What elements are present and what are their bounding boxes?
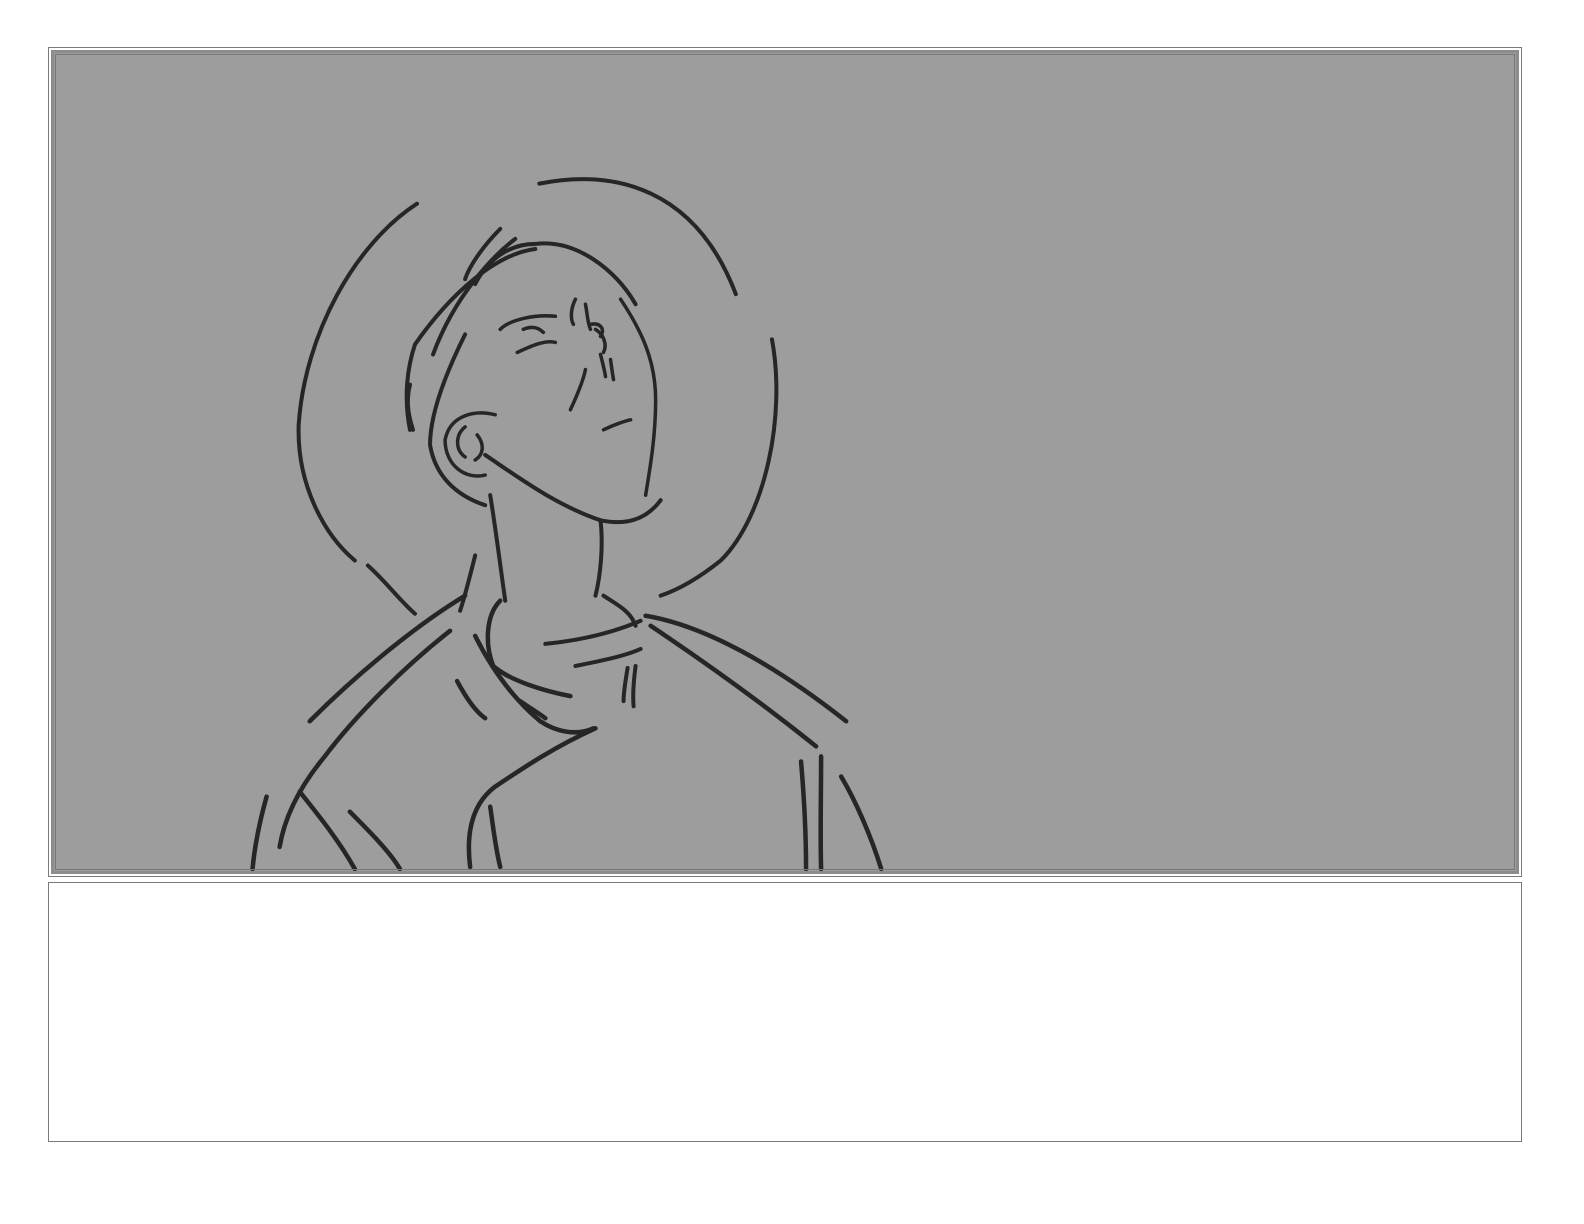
hair-sketch xyxy=(404,226,638,508)
storyboard-panel-frame xyxy=(48,47,1522,877)
garment-sketch xyxy=(250,593,884,871)
neck-sketch xyxy=(458,452,663,709)
ear-sketch xyxy=(443,411,497,478)
face-sketch xyxy=(498,297,658,497)
storyboard-panel xyxy=(51,50,1519,874)
storyboard-notes-box[interactable] xyxy=(48,882,1522,1142)
figure-sketch-illustration xyxy=(250,177,884,871)
